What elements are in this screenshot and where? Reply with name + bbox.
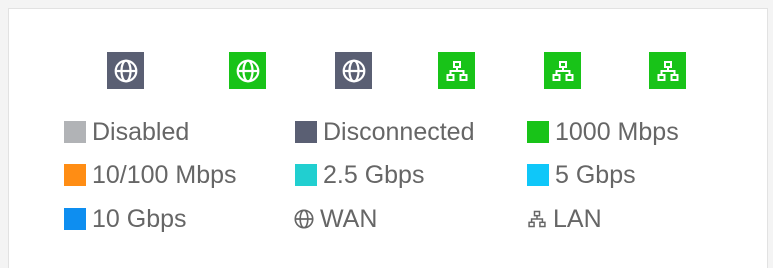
port-wan-1[interactable] xyxy=(107,52,144,89)
network-icon xyxy=(446,60,467,81)
legend-5gbps: 5 Gbps xyxy=(527,160,636,190)
legend-10gbps: 10 Gbps xyxy=(64,204,187,234)
globe-icon xyxy=(292,207,316,231)
1000mbps-swatch xyxy=(527,121,549,143)
legend-disabled: Disabled xyxy=(64,117,189,147)
port-wan-3[interactable] xyxy=(335,52,372,89)
10-100mbps-swatch xyxy=(64,164,86,186)
legend-2-5gbps: 2.5 Gbps xyxy=(295,160,424,190)
legend-wan: WAN xyxy=(292,204,377,234)
globe-icon xyxy=(236,59,259,82)
globe-icon xyxy=(342,59,365,82)
network-icon xyxy=(657,60,678,81)
legend-5gbps-label: 5 Gbps xyxy=(555,161,636,189)
2-5gbps-swatch xyxy=(295,164,317,186)
legend-10gbps-label: 10 Gbps xyxy=(92,205,187,233)
port-wan-2[interactable] xyxy=(229,52,266,89)
legend-disconnected: Disconnected xyxy=(295,117,474,147)
port-status-panel: Disabled Disconnected 1000 Mbps 10/100 M… xyxy=(8,8,768,268)
legend-1000mbps-label: 1000 Mbps xyxy=(555,118,679,146)
legend-lan-label: LAN xyxy=(553,205,602,233)
disconnected-swatch xyxy=(295,121,317,143)
port-lan-2[interactable] xyxy=(544,52,581,89)
port-lan-1[interactable] xyxy=(438,52,475,89)
port-lan-3[interactable] xyxy=(649,52,686,89)
10gbps-swatch xyxy=(64,208,86,230)
network-icon xyxy=(525,207,549,231)
disabled-swatch xyxy=(64,121,86,143)
legend-disconnected-label: Disconnected xyxy=(323,118,475,146)
legend-10-100mbps-label: 10/100 Mbps xyxy=(92,161,237,189)
legend-disabled-label: Disabled xyxy=(92,118,190,146)
legend-2-5gbps-label: 2.5 Gbps xyxy=(323,161,425,189)
legend-1000mbps: 1000 Mbps xyxy=(527,117,679,147)
legend-10-100mbps: 10/100 Mbps xyxy=(64,160,237,190)
5gbps-swatch xyxy=(527,164,549,186)
legend-wan-label: WAN xyxy=(320,205,378,233)
globe-icon xyxy=(114,59,137,82)
network-icon xyxy=(552,60,573,81)
legend-lan: LAN xyxy=(525,204,602,234)
